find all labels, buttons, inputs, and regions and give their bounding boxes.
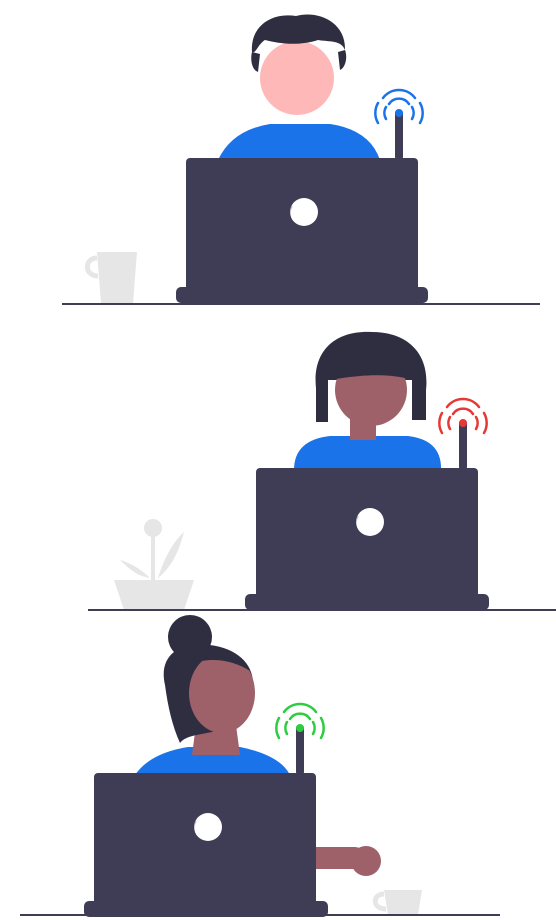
laptop-logo-icon [356, 508, 384, 536]
wifi-antenna [459, 419, 467, 470]
head [260, 41, 334, 115]
person-bob-hair [294, 331, 442, 470]
wifi-antenna [296, 724, 304, 775]
plant-pot-icon [114, 519, 194, 610]
laptop-logo-icon [194, 813, 222, 841]
wifi-antenna [395, 109, 403, 160]
shirt [294, 436, 442, 470]
shirt [218, 124, 380, 160]
scene-1 [0, 0, 556, 310]
mug-icon [84, 252, 137, 303]
scene-3 [0, 615, 556, 920]
scene-3-illustration [20, 615, 500, 917]
person-bun-hair [135, 615, 290, 775]
scene-2 [0, 310, 556, 615]
laptop [176, 158, 428, 303]
mug-icon [372, 890, 422, 915]
laptop [245, 468, 489, 610]
laptop [84, 773, 328, 917]
scene-2-illustration [88, 331, 556, 611]
person-short-hair [218, 14, 380, 160]
arm [305, 846, 381, 876]
scene-1-illustration [62, 14, 540, 305]
